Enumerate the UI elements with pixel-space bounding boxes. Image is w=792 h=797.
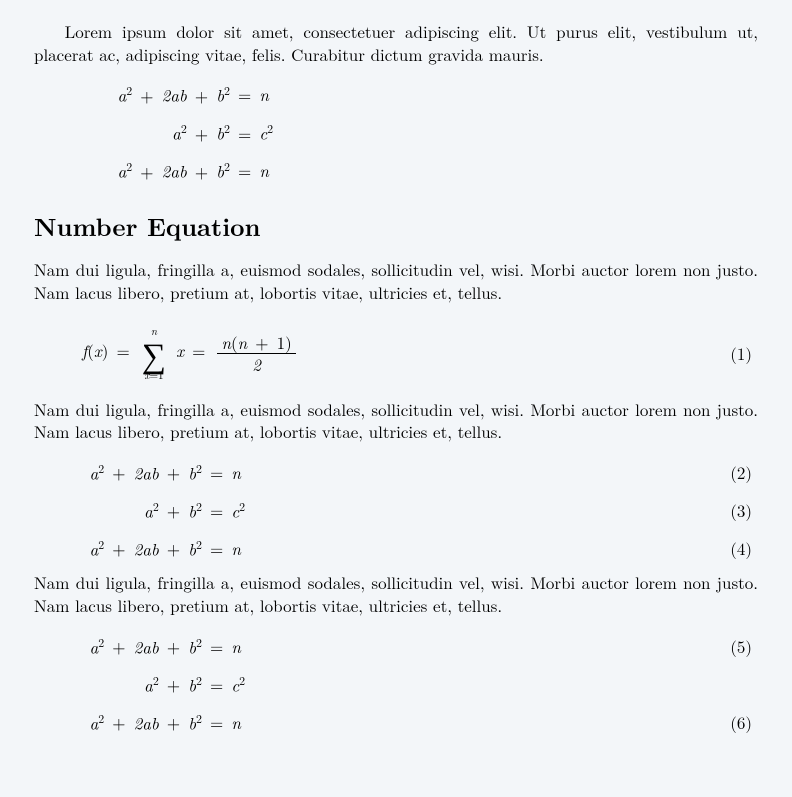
equation-rhs: = n <box>208 711 241 734</box>
body-paragraph: Nam dui ligula, fringilla a, euismod sod… <box>34 398 758 444</box>
equation-rhs: = c2 <box>208 673 245 696</box>
equation-row: a2 + 2ab + b2 = n (6) <box>82 707 758 737</box>
equation-lhs: a2 + b2 <box>82 673 202 696</box>
equation-lhs: a2 + b2 <box>82 499 202 522</box>
equation-block-numbered-b: a2 + 2ab + b2 = n (5) a2 + b2 = c2 a2 + … <box>34 631 758 737</box>
equation-lhs: a2 + 2ab + b2 <box>82 711 202 734</box>
equation-number: (5) <box>730 635 758 658</box>
equation-row: a2 + 2ab + b2 = n (2) <box>82 457 758 487</box>
equation-block-numbered-a: a2 + 2ab + b2 = n (2) a2 + b2 = c2 (3) a… <box>34 457 758 563</box>
equation-lhs: a2 + 2ab + b2 <box>82 461 202 484</box>
equation-rhs: = n <box>208 537 241 560</box>
equation-row: a2 + 2ab + b2 = n <box>82 156 758 186</box>
body-paragraph: Nam dui ligula, fringilla a, euismod sod… <box>34 258 758 304</box>
equation-rhs: = c2 <box>208 499 245 522</box>
equation-row: a2 + b2 = c2 (3) <box>82 495 758 525</box>
equation-lhs: a2 + 2ab + b2 <box>82 537 202 560</box>
sigma-icon: n ∑ x=1 <box>142 326 166 380</box>
equation-row: a2 + b2 = c2 <box>82 669 758 699</box>
equation-number: (4) <box>730 537 758 560</box>
equation-row: a2 + 2ab + b2 = n (4) <box>82 533 758 563</box>
equation-row: a2 + b2 = c2 <box>82 118 758 148</box>
fraction: n(n + 1) 2 <box>217 332 295 374</box>
document-page: Lorem ipsum dolor sit amet, consectetuer… <box>0 0 792 769</box>
equation-summation: f(x) = n ∑ x=1 x = n(n + 1) 2 <box>82 326 296 380</box>
section-heading: Number Equation <box>34 210 758 244</box>
equation-lhs: a2 + b2 <box>82 121 230 144</box>
equation-block-sum: f(x) = n ∑ x=1 x = n(n + 1) 2 (1) <box>34 318 758 390</box>
equation-rhs: = c2 <box>236 121 273 144</box>
equation-rhs: = n <box>208 635 241 658</box>
equation-lhs: a2 + 2ab + b2 <box>82 83 230 106</box>
equation-number: (3) <box>730 499 758 522</box>
equation-number: (2) <box>730 461 758 484</box>
equation-lhs: a2 + 2ab + b2 <box>82 159 230 182</box>
equation-block-unnumbered: a2 + 2ab + b2 = n a2 + b2 = c2 a2 + 2ab … <box>34 80 758 186</box>
equation-number: (1) <box>730 342 758 365</box>
body-paragraph: Nam dui ligula, fringilla a, euismod sod… <box>34 571 758 617</box>
equation-rhs: = n <box>236 83 269 106</box>
equation-row: f(x) = n ∑ x=1 x = n(n + 1) 2 (1) <box>82 318 758 390</box>
equation-rhs: = n <box>236 159 269 182</box>
equation-number: (6) <box>730 711 758 734</box>
equation-row: a2 + 2ab + b2 = n (5) <box>82 631 758 661</box>
equation-rhs: = n <box>208 461 241 484</box>
equation-row: a2 + 2ab + b2 = n <box>82 80 758 110</box>
intro-paragraph: Lorem ipsum dolor sit amet, consectetuer… <box>34 20 758 66</box>
equation-lhs: a2 + 2ab + b2 <box>82 635 202 658</box>
